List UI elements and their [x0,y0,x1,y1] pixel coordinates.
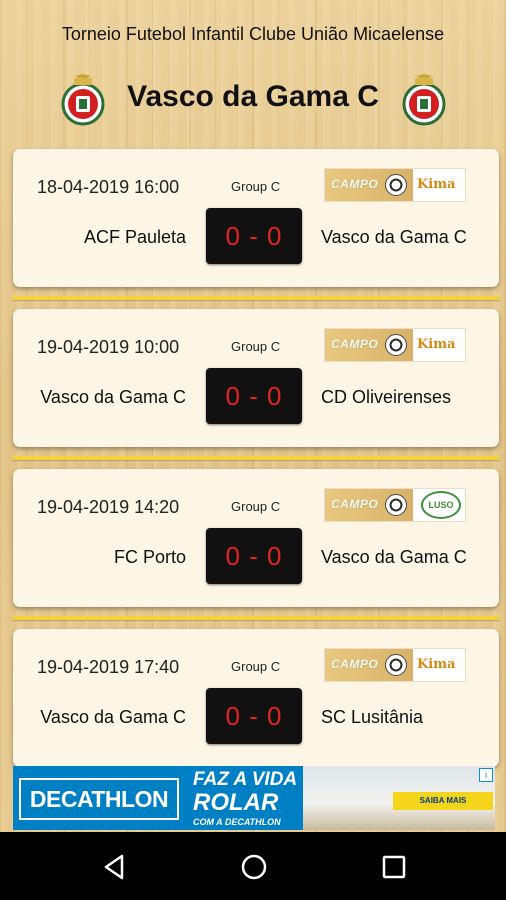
ad-slogan-line3: COM A DECATHLON [193,817,281,827]
home-team: FC Porto [113,547,186,567]
ad-slogan-line2: ROLAR [193,789,279,816]
sponsor-brand: Kima [417,177,456,192]
venue-label: CAMPO [331,497,379,511]
sponsor-banner: CAMPO Kima [324,168,466,202]
score-box: 0 - 0 [206,688,302,744]
sponsor-banner: CAMPO Kima [324,328,466,362]
sponsor-brand: Kima [417,337,456,352]
away-team: SC Lusitânia [321,707,424,727]
match-group: Group C [231,339,281,354]
soccer-ball-icon [385,334,407,356]
sponsor-banner: CAMPO LUSO [324,488,466,522]
home-team: Vasco da Gama C [40,387,186,407]
home-icon[interactable] [239,852,269,882]
card-divider [13,456,499,460]
match-card[interactable]: 19-04-2019 17:40 Group C CAMPO Kima Vasc… [13,629,499,767]
away-team: Vasco da Gama C [321,547,467,567]
match-datetime: 19-04-2019 10:00 [37,337,180,357]
match-datetime: 19-04-2019 14:20 [37,497,180,517]
ad-info-icon[interactable]: i [479,768,493,782]
sponsor-brand: Kima [417,657,456,672]
soccer-ball-icon [385,654,407,676]
match-group: Group C [231,659,281,674]
score-box: 0 - 0 [206,208,302,264]
match-group: Group C [231,499,281,514]
ad-brand-logo: DECATHLON [19,778,179,820]
venue-label: CAMPO [331,657,379,671]
home-team: Vasco da Gama C [40,707,186,727]
back-icon[interactable] [100,852,130,882]
match-datetime: 19-04-2019 17:40 [37,657,180,677]
venue-label: CAMPO [331,177,379,191]
match-group: Group C [231,179,281,194]
match-card[interactable]: 19-04-2019 10:00 Group C CAMPO Kima Vasc… [13,309,499,447]
ad-cta-button[interactable]: SAIBA MAIS [393,792,493,810]
soccer-ball-icon [385,174,407,196]
tournament-title: Torneio Futebol Infantil Clube União Mic… [61,24,445,44]
ad-slogan: FAZ A VIDA ROLAR COM A DECATHLON [193,770,297,827]
sponsor-brand: LUSO [421,491,461,519]
team-header: Vasco da Gama C [0,70,506,132]
home-team: ACF Pauleta [83,227,186,247]
card-divider [13,296,499,300]
card-divider [13,616,499,620]
soccer-ball-icon [385,494,407,516]
sponsor-banner: CAMPO Kima [324,648,466,682]
venue-label: CAMPO [331,337,379,351]
away-team: CD Oliveirenses [321,387,452,407]
away-team: Vasco da Gama C [321,227,467,247]
club-crest-icon [402,74,446,126]
match-card[interactable]: 19-04-2019 14:20 Group C CAMPO LUSO FC P… [13,469,499,607]
score-box: 0 - 0 [206,528,302,584]
recents-icon[interactable] [379,852,409,882]
system-nav-bar [0,832,506,900]
match-card[interactable]: 18-04-2019 16:00 Group C CAMPO Kima ACF … [13,149,499,287]
ad-banner[interactable]: DECATHLON FAZ A VIDA ROLAR COM A DECATHL… [13,766,495,830]
score-box: 0 - 0 [206,368,302,424]
match-datetime: 18-04-2019 16:00 [37,177,180,197]
ad-slogan-line1: FAZ A VIDA [193,769,298,790]
